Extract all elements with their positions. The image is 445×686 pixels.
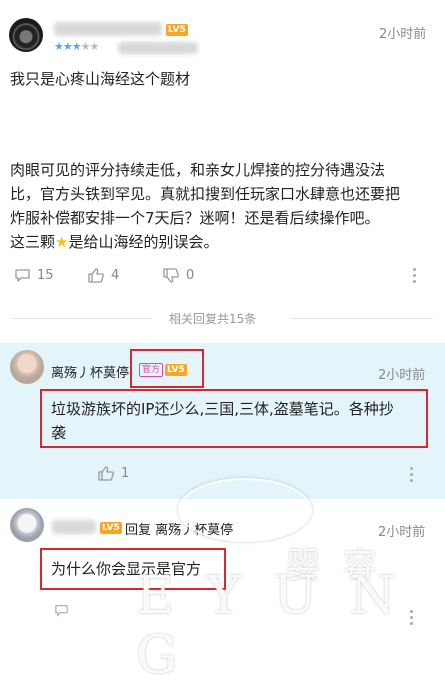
- star-icon: ★: [71, 40, 82, 53]
- star-empty-icon: ★: [80, 40, 91, 53]
- reply1-like-count: 1: [121, 466, 130, 481]
- star-emoji-icon: ★: [55, 233, 69, 251]
- star-empty-icon: ★: [89, 40, 100, 53]
- reply1-like-button[interactable]: 1: [98, 466, 129, 481]
- reply2-action-icons: [54, 604, 69, 617]
- reply1-more-icon[interactable]: [410, 467, 413, 485]
- level-badge: LV5: [166, 24, 188, 36]
- thumb-up-icon: [98, 466, 114, 481]
- reply1-username[interactable]: 离殇丿杯莫停: [51, 362, 129, 381]
- rating-stars: ★★★★★: [54, 40, 100, 53]
- comment-icon: [15, 269, 30, 282]
- reply2-time: 2小时前: [378, 525, 426, 540]
- more-options-icon[interactable]: [413, 268, 416, 286]
- star-icon: ★: [62, 40, 73, 53]
- post-line: 肉眼可见的评分持续走低，和亲女儿焊接的控分待遇没法: [10, 161, 386, 179]
- sub-info-redacted: [118, 42, 198, 54]
- divider-left: [12, 318, 152, 319]
- reply2-level-badge: LV5: [100, 522, 122, 534]
- thumb-down-icon: [163, 268, 179, 283]
- comment-button[interactable]: 15: [14, 268, 54, 283]
- post-first-line: 我只是心疼山海经这个题材: [10, 70, 191, 88]
- reply1-avatar[interactable]: [10, 350, 44, 384]
- thumb-up-icon: [88, 268, 104, 283]
- watermark-english: E Y U N G: [136, 566, 404, 686]
- dislike-count: 0: [186, 268, 195, 283]
- like-count: 4: [111, 268, 120, 283]
- reply2-avatar[interactable]: [10, 508, 44, 542]
- like-button[interactable]: 4: [88, 268, 119, 283]
- comment-count: 15: [37, 268, 54, 283]
- highlight-box-badges: [130, 349, 204, 388]
- reply2-username-redacted: [52, 520, 96, 534]
- post-line: 比，官方头铁到罕见。真就扣搜到任玩家口水肆意也还要把: [10, 185, 401, 203]
- post-line: 炸服补偿都安排一个7天后？迷啊！还是看后续操作吧。: [10, 209, 380, 227]
- watermark-flourish: [178, 478, 312, 542]
- highlight-box-reply1: [40, 389, 428, 448]
- star-icon: ★: [54, 40, 64, 53]
- replies-count-label[interactable]: 相关回复共15条: [169, 310, 256, 327]
- divider-right: [290, 318, 433, 319]
- comment-icon: [55, 605, 68, 617]
- post-line-last: 这三颗★是给山海经的别误会。: [10, 233, 219, 251]
- post-paragraph: 肉眼可见的评分持续走低，和亲女儿焊接的控分待遇没法 比，官方头铁到罕见。真就扣搜…: [10, 158, 440, 254]
- dislike-button[interactable]: 0: [163, 268, 194, 283]
- post-time: 2小时前: [379, 27, 427, 42]
- user-avatar[interactable]: [9, 18, 43, 52]
- username-redacted: [54, 22, 162, 36]
- reply1-time: 2小时前: [378, 368, 426, 383]
